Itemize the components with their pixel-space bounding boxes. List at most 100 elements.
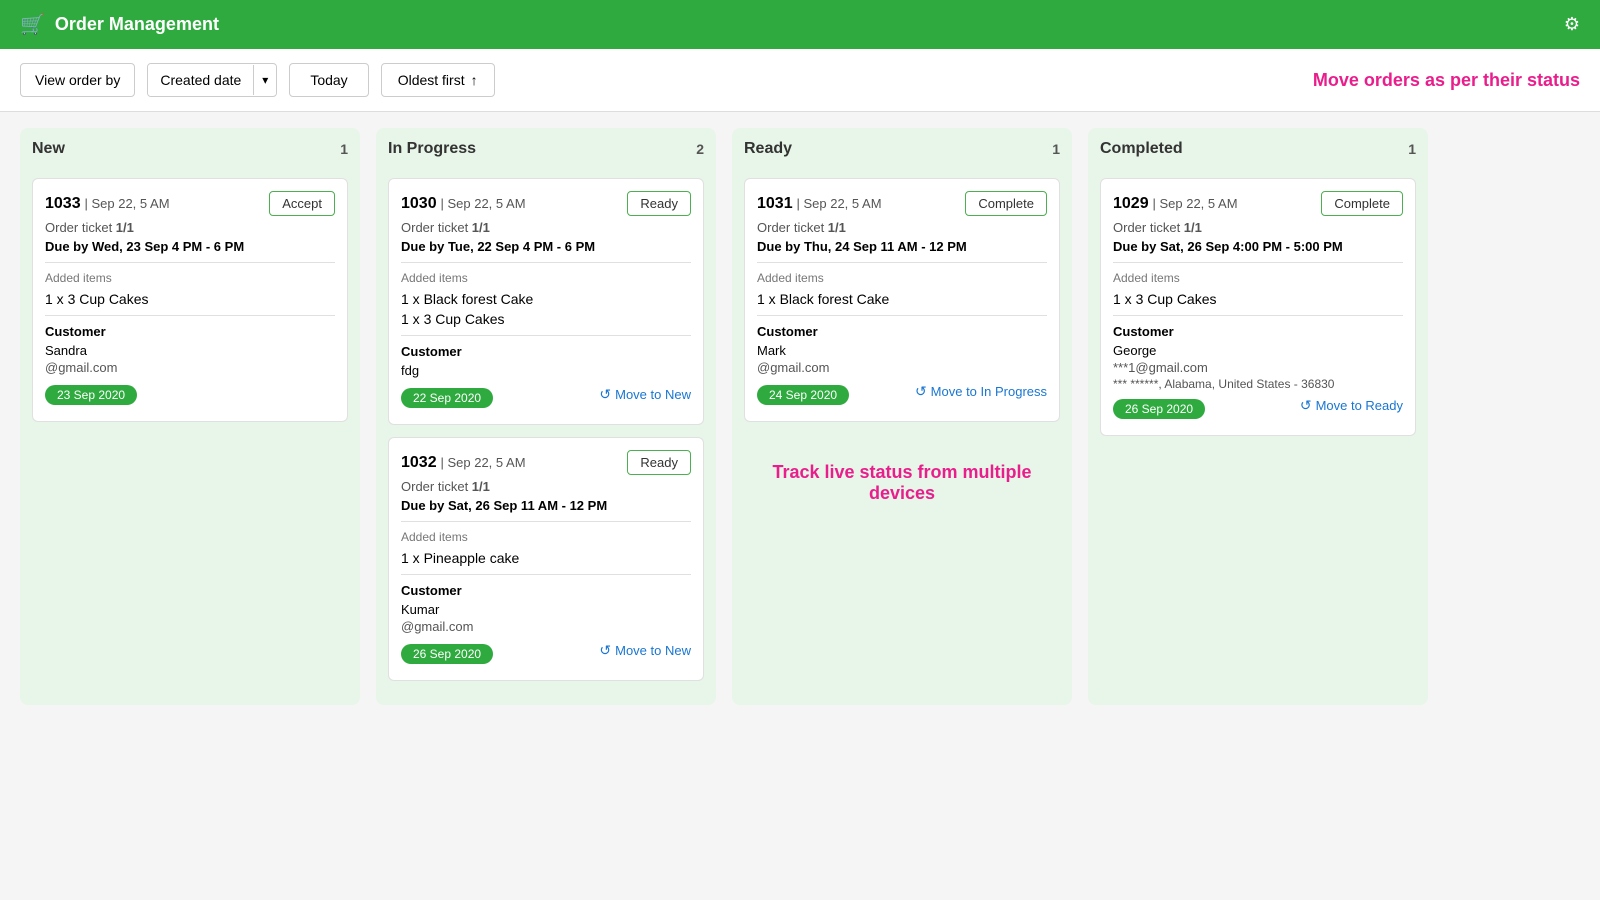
sort-up-icon: ↑ bbox=[471, 72, 478, 88]
item-row-1033-0: 1 x 3 Cup Cakes bbox=[45, 291, 335, 307]
added-items-label-1033: Added items bbox=[45, 271, 335, 285]
today-button[interactable]: Today bbox=[289, 63, 368, 97]
card-footer-1033: 23 Sep 2020 bbox=[45, 377, 335, 409]
order-date-1030: | Sep 22, 5 AM bbox=[440, 196, 525, 211]
due-date-1029: Due by Sat, 26 Sep 4:00 PM - 5:00 PM bbox=[1113, 239, 1403, 254]
order-num-1031: 1031 bbox=[757, 195, 793, 212]
column-header-ready: Ready 1 bbox=[744, 140, 1060, 166]
card-footer-1029: 26 Sep 2020 Move to Ready bbox=[1113, 391, 1403, 423]
board: New 1 1033 | Sep 22, 5 AM Accept Order ticke… bbox=[0, 112, 1600, 721]
customer-email-1032: @gmail.com bbox=[401, 619, 691, 634]
date-badge-1030: 22 Sep 2020 bbox=[401, 388, 493, 408]
order-info-1032: 1032 | Sep 22, 5 AM bbox=[401, 454, 526, 472]
promo-text: Move orders as per their status bbox=[1313, 70, 1580, 91]
oldest-first-button[interactable]: Oldest first ↑ bbox=[381, 63, 495, 97]
card-header-1031: 1031 | Sep 22, 5 AMComplete bbox=[757, 191, 1047, 216]
ticket-1032: Order ticket 1/1 bbox=[401, 479, 691, 494]
column-new: New 1 1033 | Sep 22, 5 AM Accept Order ticke… bbox=[20, 128, 360, 705]
header: 🛒 Order Management ⚙ bbox=[0, 0, 1600, 49]
due-date-1033: Due by Wed, 23 Sep 4 PM - 6 PM bbox=[45, 239, 335, 254]
order-num-1033: 1033 bbox=[45, 195, 81, 212]
card-header-1029: 1029 | Sep 22, 5 AM Complete bbox=[1113, 191, 1403, 216]
card-1029: 1029 | Sep 22, 5 AM Complete Order ticket … bbox=[1100, 178, 1416, 436]
action-btn-1029[interactable]: Complete bbox=[1321, 191, 1403, 216]
dropdown-arrow[interactable]: ▾ bbox=[253, 65, 276, 95]
date-badge-1033: 23 Sep 2020 bbox=[45, 385, 137, 405]
column-title-in_progress: In Progress bbox=[388, 140, 476, 158]
added-items-label-1032: Added items bbox=[401, 530, 691, 544]
move-btn-1031[interactable]: Move to In Progress bbox=[915, 383, 1047, 400]
order-info-1029: 1029 | Sep 22, 5 AM bbox=[1113, 195, 1238, 213]
customer-section-1030: Customer fdg bbox=[401, 344, 691, 378]
ticket-1030: Order ticket 1/1 bbox=[401, 220, 691, 235]
due-date-1032: Due by Sat, 26 Sep 11 AM - 12 PM bbox=[401, 498, 691, 513]
action-btn-1032[interactable]: Ready bbox=[627, 450, 691, 475]
customer-name-1030: fdg bbox=[401, 363, 691, 378]
customer-email-1031: @gmail.com bbox=[757, 360, 1047, 375]
card-header-1032: 1032 | Sep 22, 5 AM Ready bbox=[401, 450, 691, 475]
ticket-1031: Order ticket 1/1 bbox=[757, 220, 1047, 235]
item-row-1030-0: 1 x Black forest Cake bbox=[401, 291, 691, 307]
customer-section-1032: Customer Kumar @gmail.com bbox=[401, 583, 691, 634]
oldest-first-label: Oldest first bbox=[398, 72, 465, 88]
column-title-ready: Ready bbox=[744, 140, 792, 158]
order-num-1030: 1030 bbox=[401, 195, 437, 212]
customer-label-1029: Customer bbox=[1113, 324, 1403, 339]
customer-name-1029: George bbox=[1113, 343, 1403, 358]
customer-label-1033: Customer bbox=[45, 324, 335, 339]
action-btn-1031[interactable]: Complete bbox=[965, 191, 1047, 216]
column-count-completed: 1 bbox=[1408, 141, 1416, 157]
promo-bottom-text: Track live status from multiple devices bbox=[744, 462, 1060, 504]
card-footer-1032: 26 Sep 2020Move to New bbox=[401, 636, 691, 668]
created-date-label: Created date bbox=[148, 64, 253, 96]
card-header-1033: 1033 | Sep 22, 5 AM Accept bbox=[45, 191, 335, 216]
settings-icon[interactable]: ⚙ bbox=[1564, 14, 1580, 35]
added-items-label-1030: Added items bbox=[401, 271, 691, 285]
move-btn-1032[interactable]: Move to New bbox=[599, 642, 691, 659]
order-num-1029: 1029 bbox=[1113, 195, 1149, 212]
order-info-1033: 1033 | Sep 22, 5 AM bbox=[45, 195, 170, 213]
column-ready: Ready 1 1031 | Sep 22, 5 AMComplete Order t… bbox=[732, 128, 1072, 705]
column-count-ready: 1 bbox=[1052, 141, 1060, 157]
customer-email-1029: ***1@gmail.com bbox=[1113, 360, 1403, 375]
order-date-1032: | Sep 22, 5 AM bbox=[440, 455, 525, 470]
created-date-dropdown[interactable]: Created date ▾ bbox=[147, 63, 277, 97]
card-header-1030: 1030 | Sep 22, 5 AM Ready bbox=[401, 191, 691, 216]
customer-name-1033: Sandra bbox=[45, 343, 335, 358]
customer-section-1031: Customer Mark @gmail.com bbox=[757, 324, 1047, 375]
order-date-1029: | Sep 22, 5 AM bbox=[1152, 196, 1237, 211]
toolbar: View order by Created date ▾ Today Oldes… bbox=[0, 49, 1600, 112]
view-order-by-button[interactable]: View order by bbox=[20, 63, 135, 97]
customer-name-1032: Kumar bbox=[401, 602, 691, 617]
customer-label-1031: Customer bbox=[757, 324, 1047, 339]
app-title: Order Management bbox=[55, 14, 219, 35]
card-1031: 1031 | Sep 22, 5 AMComplete Order ticket … bbox=[744, 178, 1060, 422]
card-1033: 1033 | Sep 22, 5 AM Accept Order ticket 1/… bbox=[32, 178, 348, 422]
order-num-1032: 1032 bbox=[401, 454, 437, 471]
ticket-1033: Order ticket 1/1 bbox=[45, 220, 335, 235]
card-footer-1031: 24 Sep 2020 Move to In Progress bbox=[757, 377, 1047, 409]
action-btn-1033[interactable]: Accept bbox=[269, 191, 335, 216]
action-btn-1030[interactable]: Ready bbox=[627, 191, 691, 216]
ticket-1029: Order ticket 1/1 bbox=[1113, 220, 1403, 235]
customer-email-1033: @gmail.com bbox=[45, 360, 335, 375]
date-badge-1031: 24 Sep 2020 bbox=[757, 385, 849, 405]
due-date-1030: Due by Tue, 22 Sep 4 PM - 6 PM bbox=[401, 239, 691, 254]
due-date-1031: Due by Thu, 24 Sep 11 AM - 12 PM bbox=[757, 239, 1047, 254]
column-title-new: New bbox=[32, 140, 65, 158]
date-badge-1029: 26 Sep 2020 bbox=[1113, 399, 1205, 419]
column-header-completed: Completed 1 bbox=[1100, 140, 1416, 166]
item-row-1032-0: 1 x Pineapple cake bbox=[401, 550, 691, 566]
customer-name-1031: Mark bbox=[757, 343, 1047, 358]
column-count-in_progress: 2 bbox=[696, 141, 704, 157]
column-count-new: 1 bbox=[340, 141, 348, 157]
customer-label-1030: Customer bbox=[401, 344, 691, 359]
column-in_progress: In Progress 2 1030 | Sep 22, 5 AM Ready Orde… bbox=[376, 128, 716, 705]
column-completed: Completed 1 1029 | Sep 22, 5 AM Complete Ord… bbox=[1088, 128, 1428, 705]
customer-label-1032: Customer bbox=[401, 583, 691, 598]
column-title-completed: Completed bbox=[1100, 140, 1183, 158]
card-1032: 1032 | Sep 22, 5 AM Ready Order ticket 1/1… bbox=[388, 437, 704, 681]
move-btn-1029[interactable]: Move to Ready bbox=[1300, 397, 1403, 414]
move-btn-1030[interactable]: Move to New bbox=[599, 386, 691, 403]
card-footer-1030: 22 Sep 2020 Move to New bbox=[401, 380, 691, 412]
